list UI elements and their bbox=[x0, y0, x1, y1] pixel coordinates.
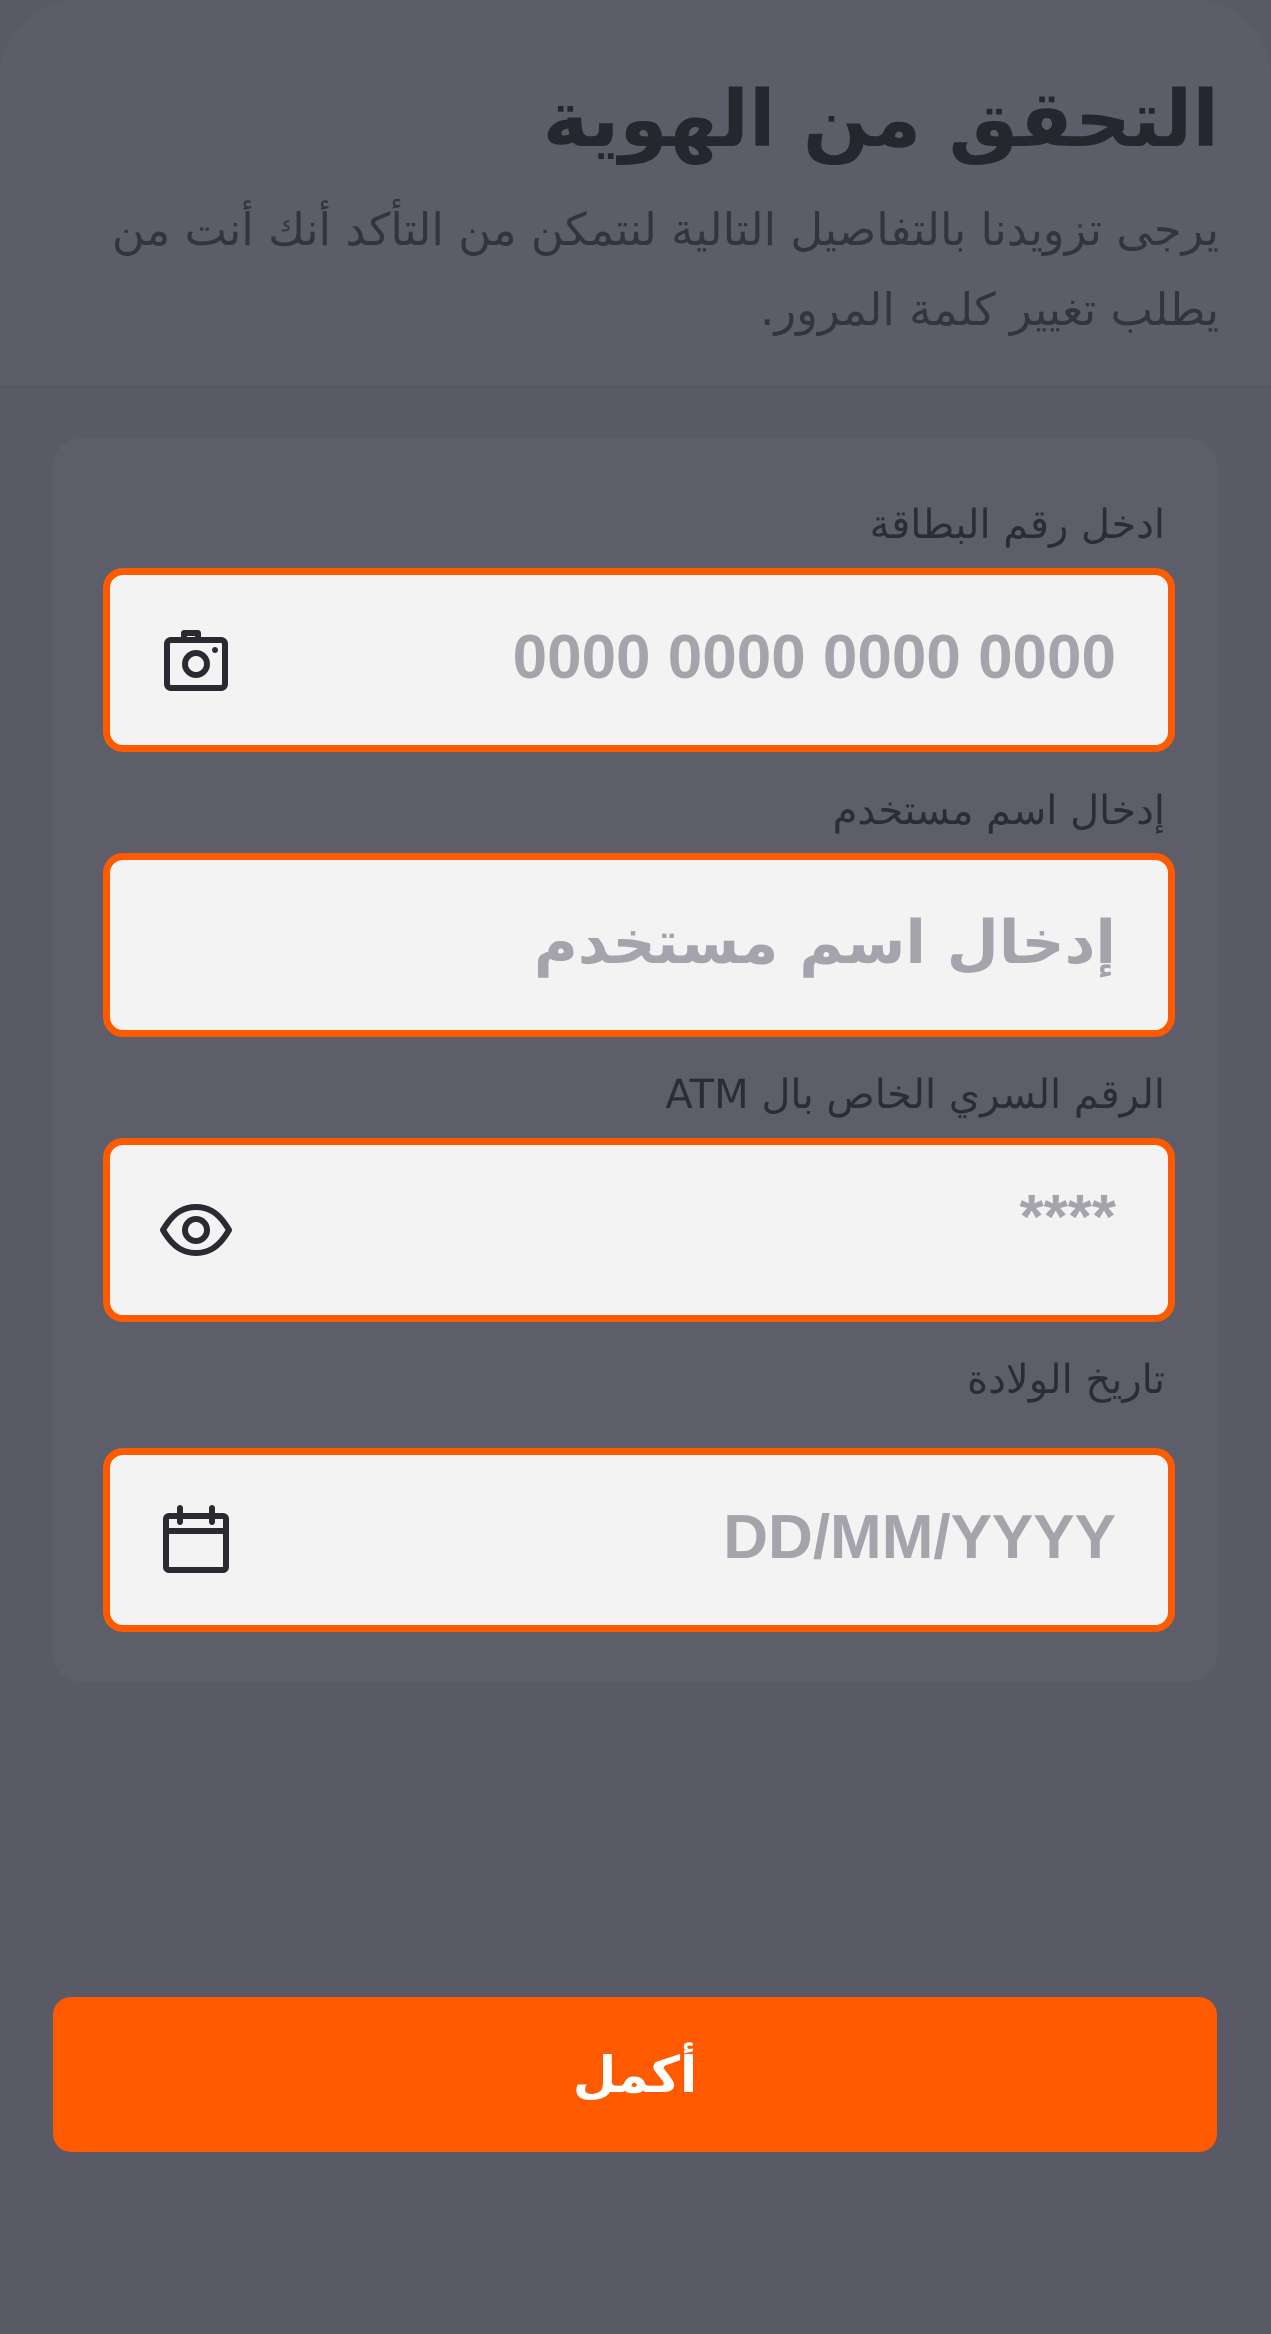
username-label: إدخال اسم مستخدم bbox=[832, 788, 1165, 834]
card-number-field[interactable]: 0000 0000 0000 0000 bbox=[103, 568, 1175, 752]
atm-pin-label: الرقم السري الخاص بال ATM bbox=[665, 1072, 1165, 1118]
page-subtitle: يرجى تزويدنا بالتفاصيل التالية لنتمكن من… bbox=[111, 203, 1219, 336]
page-title: التحقق من الهوية bbox=[542, 75, 1219, 165]
card-number-placeholder: 0000 0000 0000 0000 bbox=[512, 623, 1116, 692]
submit-button[interactable]: أكمل bbox=[53, 1997, 1217, 2152]
camera-icon[interactable] bbox=[160, 624, 232, 696]
eye-icon[interactable] bbox=[160, 1194, 232, 1266]
verify-identity-screen: التحقق من الهوية يرجى تزويدنا بالتفاصيل … bbox=[0, 0, 1271, 2334]
username-field[interactable]: إدخال اسم مستخدم bbox=[103, 853, 1175, 1037]
header: التحقق من الهوية يرجى تزويدنا بالتفاصيل … bbox=[0, 0, 1271, 388]
card-number-label: ادخل رقم البطاقة bbox=[869, 502, 1165, 548]
username-placeholder: إدخال اسم مستخدم bbox=[533, 908, 1116, 978]
birth-date-field[interactable]: DD/MM/YYYY bbox=[103, 1448, 1175, 1632]
birth-date-label: تاريخ الولادة bbox=[967, 1357, 1165, 1403]
birth-date-placeholder: DD/MM/YYYY bbox=[723, 1503, 1116, 1572]
calendar-icon[interactable] bbox=[160, 1504, 232, 1576]
atm-pin-placeholder: **** bbox=[1019, 1183, 1116, 1252]
atm-pin-field[interactable]: **** bbox=[103, 1138, 1175, 1322]
